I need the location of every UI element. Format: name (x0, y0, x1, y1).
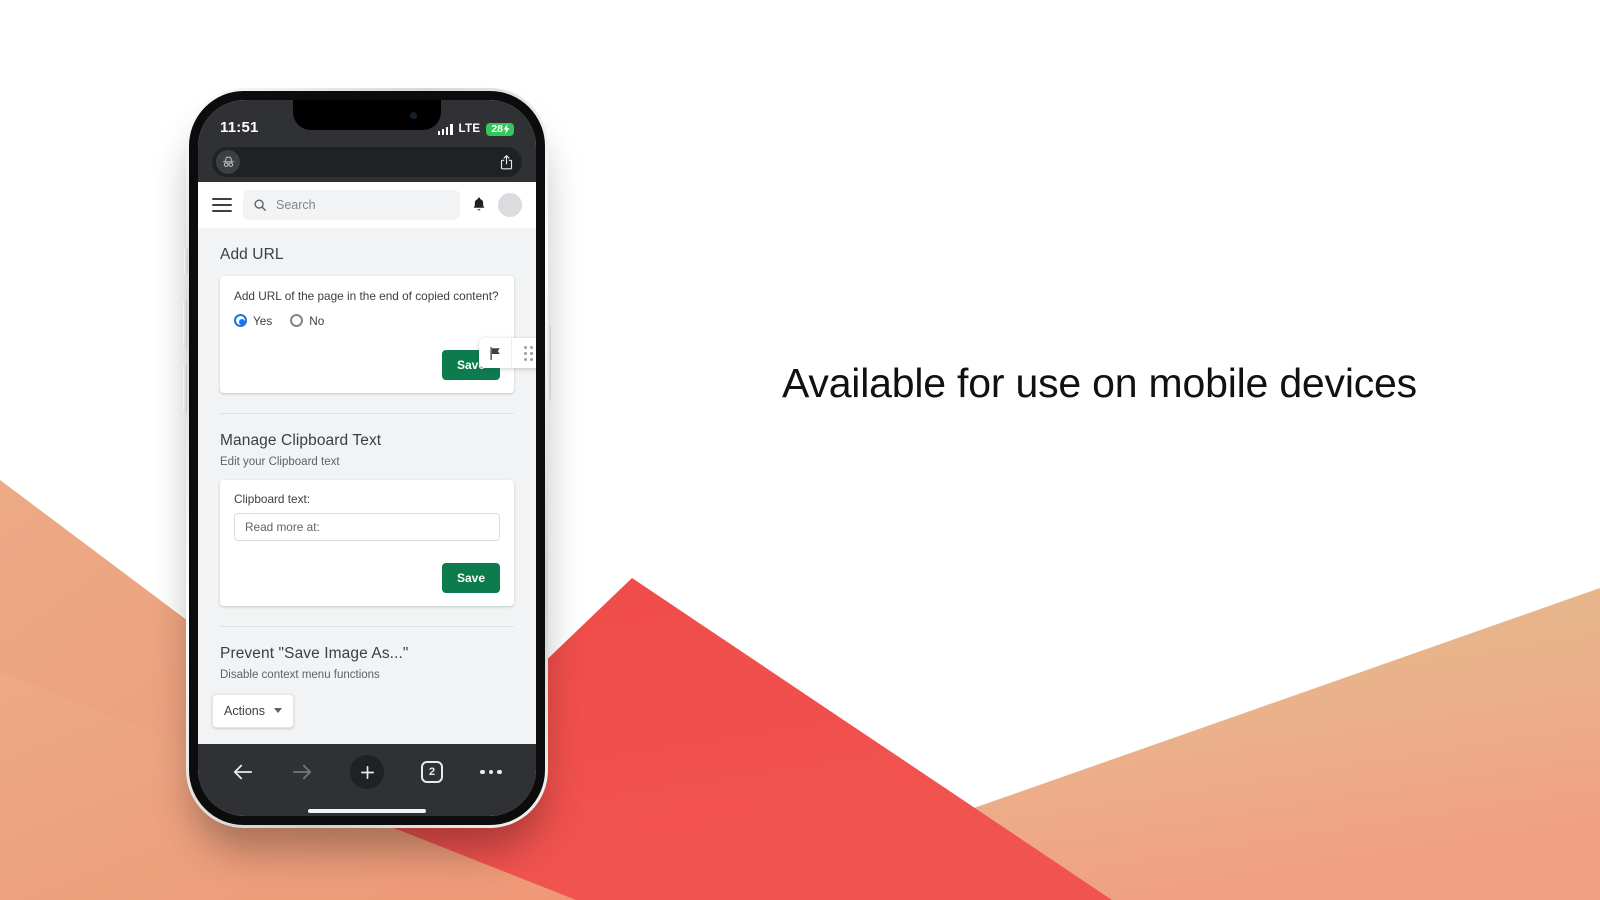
page-content: Add URL Add URL of the page in the end o… (198, 228, 536, 744)
home-indicator[interactable] (308, 809, 426, 813)
hamburger-menu-icon[interactable] (212, 197, 232, 212)
tab-count-label: 2 (429, 766, 436, 778)
silent-switch-button[interactable] (184, 248, 188, 274)
charging-bolt-icon (503, 124, 510, 135)
section-title: Prevent "Save Image As..." (220, 644, 409, 662)
section-add-url: Add URL Add URL of the page in the end o… (198, 228, 536, 393)
arrow-right-icon[interactable] (291, 762, 313, 782)
search-icon (254, 198, 266, 211)
browser-bottom-nav: 2 (198, 744, 536, 800)
add-url-radio-group: Yes No (234, 314, 500, 328)
incognito-icon (216, 150, 240, 174)
battery-level-label: 28 (491, 123, 503, 135)
more-horizontal-icon[interactable] (480, 769, 502, 775)
tab-count-button[interactable]: 2 (421, 761, 444, 783)
save-button-clipboard[interactable]: Save (441, 562, 500, 593)
app-header: Search (198, 182, 536, 228)
section-subtitle: Edit your Clipboard text (220, 455, 340, 468)
add-url-card: Add URL of the page in the end of copied… (220, 276, 514, 393)
add-url-question: Add URL of the page in the end of copied… (234, 289, 499, 303)
radio-option-no[interactable]: No (290, 314, 324, 328)
network-type-label: LTE (458, 123, 481, 136)
volume-up-button[interactable] (183, 300, 187, 350)
browser-url-bar[interactable] (198, 142, 536, 182)
share-icon[interactable] (499, 154, 514, 171)
search-placeholder: Search (276, 197, 316, 212)
phone-body: 11:51 LTE 28 Search Add URL Add URL of t… (189, 91, 545, 825)
radio-label-yes: Yes (253, 313, 273, 328)
phone-frame: 11:51 LTE 28 Search Add URL Add URL of t… (183, 88, 551, 828)
drag-handle-icon[interactable] (512, 338, 536, 368)
section-manage-clipboard: Manage Clipboard Text Edit your Clipboar… (198, 414, 536, 606)
phone-mockup: 11:51 LTE 28 Search Add URL Add URL of t… (183, 88, 551, 828)
section-prevent-save-image: Prevent "Save Image As..." Disable conte… (198, 627, 536, 681)
power-button[interactable] (547, 326, 551, 400)
url-pill[interactable] (212, 147, 522, 177)
actions-button[interactable]: Actions (212, 693, 294, 728)
chevron-down-icon (274, 708, 282, 714)
page-title: Available for use on mobile devices (782, 360, 1417, 406)
radio-indicator-no (290, 314, 304, 328)
section-subtitle: Disable context menu functions (220, 668, 380, 681)
clipboard-text-input[interactable] (234, 512, 500, 541)
home-indicator-bar (198, 800, 536, 816)
status-indicators: LTE 28 (437, 122, 514, 136)
clipboard-field-label: Clipboard text: (234, 491, 311, 506)
radio-option-yes[interactable]: Yes (234, 314, 272, 328)
volume-down-button[interactable] (183, 364, 187, 414)
bell-icon[interactable] (471, 196, 487, 213)
phone-screen: 11:51 LTE 28 Search Add URL Add URL of t… (198, 100, 536, 816)
notch (293, 100, 441, 130)
floating-widget[interactable] (479, 338, 536, 368)
new-tab-button[interactable] (350, 755, 385, 789)
front-camera-icon (410, 112, 417, 119)
flag-icon[interactable] (479, 338, 511, 368)
signal-bars-icon (437, 123, 453, 135)
avatar[interactable] (498, 192, 522, 217)
section-title: Add URL (220, 246, 284, 263)
section-title: Manage Clipboard Text (220, 431, 382, 449)
actions-button-label: Actions (224, 703, 265, 718)
search-input[interactable]: Search (243, 189, 460, 220)
radio-label-no: No (309, 313, 325, 328)
status-clock: 11:51 (220, 119, 259, 136)
battery-indicator: 28 (486, 122, 514, 136)
arrow-left-icon[interactable] (232, 762, 254, 782)
status-bar: 11:51 LTE 28 (198, 100, 536, 142)
clipboard-card: Clipboard text: Save (220, 479, 514, 606)
radio-indicator-yes (234, 314, 247, 328)
plus-icon (360, 765, 374, 779)
